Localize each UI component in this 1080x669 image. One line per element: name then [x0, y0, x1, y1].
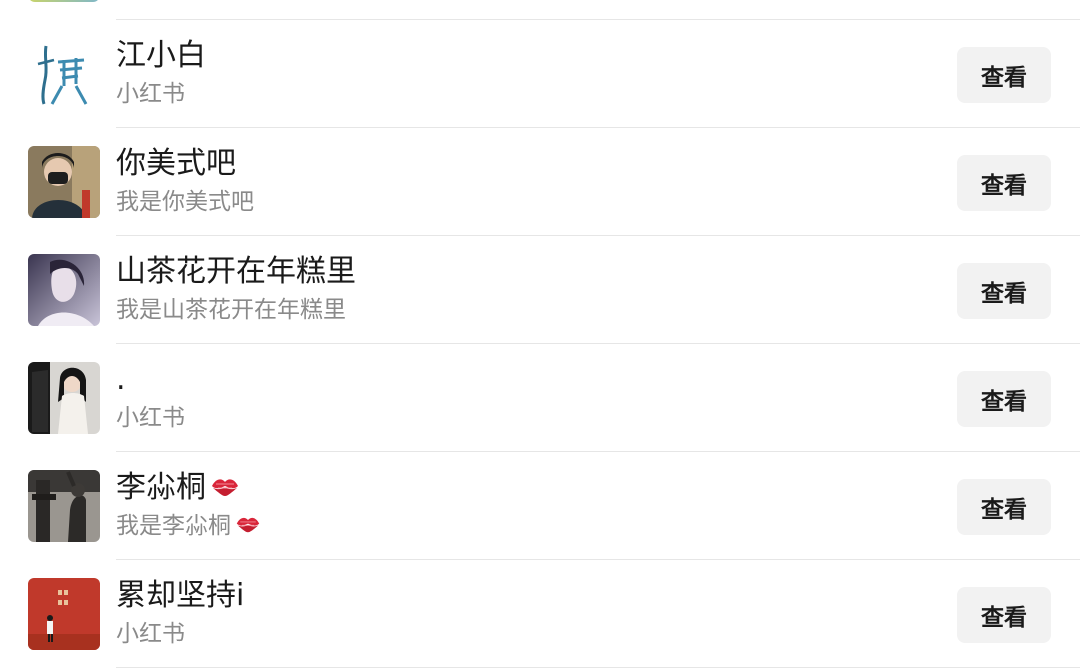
- avatar[interactable]: [28, 578, 100, 650]
- portrait-avatar: [28, 254, 100, 326]
- user-name[interactable]: .: [116, 360, 126, 400]
- avatar[interactable]: [28, 470, 100, 542]
- calligraphy-logo-avatar: [28, 38, 100, 110]
- avatar[interactable]: [28, 38, 100, 110]
- list-item[interactable]: 山茶花开在年糕里 我是山茶花开在年糕里 查看: [0, 236, 1080, 344]
- follower-list: 江小白 小红书 查看 你美式吧 我是你美式吧 查看 山茶花开在年糕里 我是山茶花…: [0, 0, 1080, 668]
- list-item[interactable]: 李尛桐 我是李尛桐 查看: [0, 452, 1080, 560]
- user-name[interactable]: 你美式吧: [116, 144, 236, 184]
- red-wall-avatar: [28, 578, 100, 650]
- list-item-partial: [0, 0, 1080, 20]
- dark-photo-avatar: [28, 470, 100, 542]
- user-subtitle: 我是李尛桐: [116, 510, 261, 543]
- view-button[interactable]: 查看: [957, 155, 1051, 211]
- avatar: [28, 0, 100, 2]
- view-button[interactable]: 查看: [957, 47, 1051, 103]
- avatar[interactable]: [28, 146, 100, 218]
- avatar[interactable]: [28, 362, 100, 434]
- view-button[interactable]: 查看: [957, 263, 1051, 319]
- user-subtitle: 小红书: [116, 81, 185, 107]
- row-divider: [116, 667, 1080, 668]
- kiss-mark-icon: [210, 469, 240, 509]
- avatar[interactable]: [28, 254, 100, 326]
- list-item[interactable]: 你美式吧 我是你美式吧 查看: [0, 128, 1080, 236]
- view-button[interactable]: 查看: [957, 479, 1051, 535]
- user-subtitle: 小红书: [116, 621, 185, 647]
- list-item[interactable]: 江小白 小红书 查看: [0, 20, 1080, 128]
- person-with-mask-avatar: [28, 146, 100, 218]
- user-name[interactable]: 江小白: [116, 36, 206, 76]
- kiss-mark-icon: [235, 511, 261, 543]
- list-item[interactable]: . 小红书 查看: [0, 344, 1080, 452]
- woman-photo-avatar: [28, 362, 100, 434]
- user-name[interactable]: 山茶花开在年糕里: [116, 252, 356, 292]
- user-name[interactable]: 李尛桐: [116, 468, 240, 509]
- user-subtitle: 我是山茶花开在年糕里: [116, 297, 346, 323]
- user-name[interactable]: 累却坚持i: [116, 576, 244, 616]
- user-subtitle: 我是你美式吧: [116, 189, 254, 215]
- user-subtitle: 小红书: [116, 405, 185, 431]
- view-button[interactable]: 查看: [957, 587, 1051, 643]
- list-item[interactable]: 累却坚持i 小红书 查看: [0, 560, 1080, 668]
- view-button[interactable]: 查看: [957, 371, 1051, 427]
